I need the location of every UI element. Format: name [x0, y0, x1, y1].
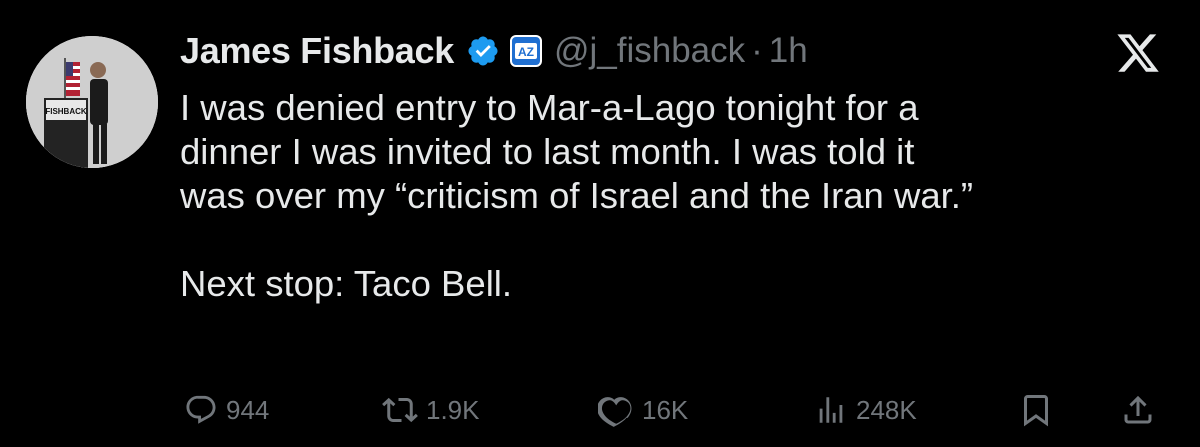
- repost-button[interactable]: 1.9K: [382, 386, 480, 434]
- reply-button[interactable]: 944: [184, 386, 269, 434]
- tweet-line: I was denied entry to Mar-a-Lago tonight…: [180, 87, 919, 128]
- time-separator: ·: [751, 31, 763, 70]
- verified-icon: [468, 36, 498, 66]
- like-count: 16K: [642, 394, 689, 425]
- repost-icon: [382, 397, 418, 423]
- views-count: 248K: [856, 394, 917, 425]
- like-button[interactable]: 16K: [598, 386, 688, 434]
- share-icon: [1124, 395, 1152, 424]
- tweet-text: I was denied entry to Mar-a-Lago tonight…: [180, 86, 1160, 306]
- timestamp[interactable]: 1h: [769, 31, 808, 71]
- tweet-line: was over my “criticism of Israel and the…: [180, 175, 974, 216]
- x-logo-icon[interactable]: [1112, 30, 1164, 76]
- podium-sign: FISHBACK: [45, 107, 87, 116]
- repost-count: 1.9K: [426, 394, 480, 425]
- avatar[interactable]: FISHBACK: [26, 36, 158, 168]
- like-icon: [598, 397, 632, 427]
- views-button[interactable]: 248K: [814, 386, 917, 434]
- views-icon: [819, 397, 843, 423]
- author-handle[interactable]: @j_fishback: [554, 31, 745, 71]
- author-name[interactable]: James Fishback: [180, 30, 454, 72]
- tweet-line: dinner I was invited to last month. I wa…: [180, 131, 915, 172]
- bookmark-icon: [1024, 395, 1048, 427]
- share-button[interactable]: [1120, 386, 1156, 434]
- bookmark-button[interactable]: [1018, 386, 1054, 434]
- reply-icon: [186, 395, 216, 424]
- reply-count: 944: [226, 394, 270, 425]
- tweet-line: Next stop: Taco Bell.: [180, 263, 513, 304]
- affiliate-badge-icon[interactable]: AZ: [509, 35, 542, 67]
- action-bar: 944 1.9K 16K 248K: [184, 386, 1164, 434]
- avatar-photo: FISHBACK: [26, 36, 158, 168]
- tweet-header: James Fishback AZ @j_fishback · 1h: [180, 26, 808, 76]
- svg-text:AZ: AZ: [518, 45, 534, 59]
